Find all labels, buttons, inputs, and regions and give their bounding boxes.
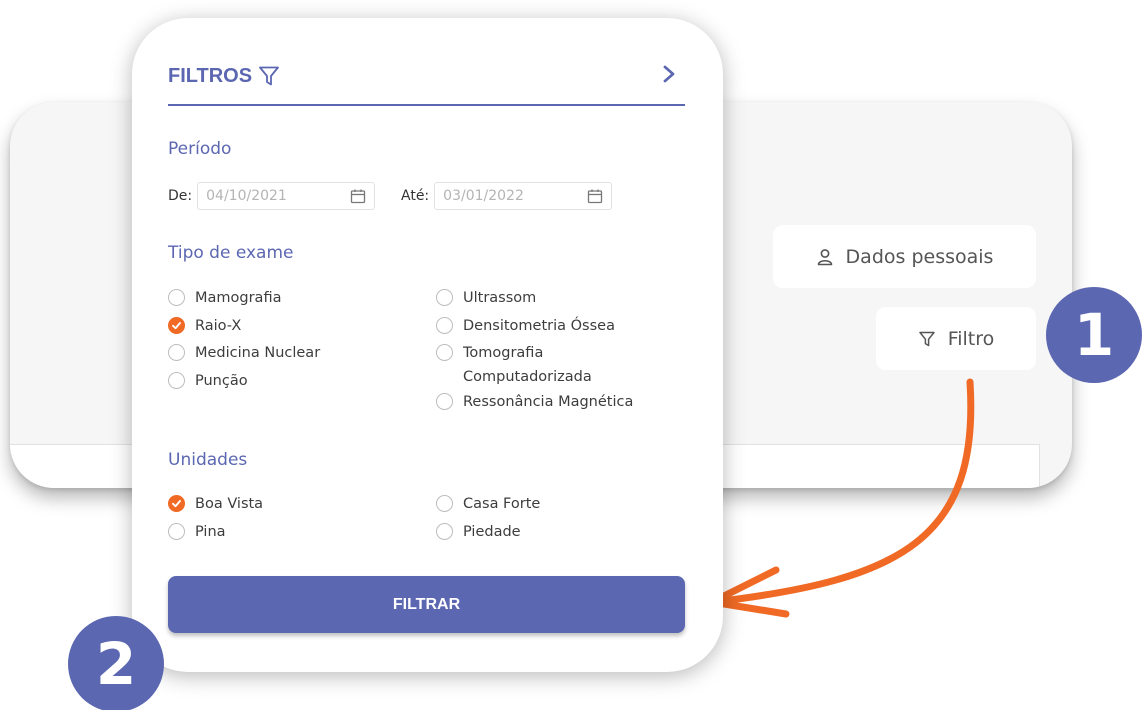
option-label: Casa Forte <box>463 496 541 512</box>
option-label: Mamografia <box>195 290 282 306</box>
radio-button[interactable] <box>436 317 453 334</box>
date-to-value: 03/01/2022 <box>443 188 524 204</box>
date-from-row: De: 04/10/2021 <box>168 182 376 210</box>
pointer-arrow-icon <box>708 378 975 618</box>
option-label: Piedade <box>463 524 521 540</box>
radio-button[interactable] <box>168 523 185 540</box>
tipo-exame-title: Tipo de exame <box>168 243 294 263</box>
radio-button[interactable] <box>436 523 453 540</box>
check-icon <box>172 500 181 508</box>
filtro-button[interactable]: Filtro <box>876 307 1036 370</box>
date-from-input[interactable]: 04/10/2021 <box>197 182 376 210</box>
unidades-title: Unidades <box>168 450 248 470</box>
date-from-value: 04/10/2021 <box>206 188 287 204</box>
radio-button[interactable] <box>168 344 185 361</box>
funnel-icon <box>259 66 279 86</box>
panel-title-text: FILTROS <box>168 64 253 87</box>
panel-title: FILTROS <box>168 62 280 90</box>
option-boa-vista[interactable]: Boa Vista <box>168 492 395 516</box>
date-to-input[interactable]: 03/01/2022 <box>434 182 613 210</box>
option-label: Punção <box>195 373 248 389</box>
calendar-icon[interactable] <box>587 188 603 204</box>
option-raio-x[interactable]: Raio-X <box>168 314 395 338</box>
radio-button[interactable] <box>436 495 453 512</box>
filtrar-button[interactable]: FILTRAR <box>168 576 685 633</box>
option-ultrassom[interactable]: Ultrassom <box>436 286 663 310</box>
step-badge-1: 1 <box>1046 287 1142 383</box>
calendar-icon[interactable] <box>350 188 366 204</box>
periodo-title: Período <box>168 139 232 159</box>
option-label: Medicina Nuclear <box>195 345 321 361</box>
option-label: Pina <box>195 524 226 540</box>
filter-panel-header: FILTROS <box>168 62 685 106</box>
option-tomografia-computadorizada[interactable]: Tomografia Computadorizada <box>436 341 623 389</box>
option-casa-forte[interactable]: Casa Forte <box>436 492 663 516</box>
option-densitometria-ossea[interactable]: Densitometria Óssea <box>436 314 663 338</box>
date-to-row: Até: 03/01/2022 <box>401 182 613 210</box>
radio-button-checked[interactable] <box>168 317 185 334</box>
option-piedade[interactable]: Piedade <box>436 520 663 544</box>
radio-button[interactable] <box>168 372 185 389</box>
option-label: Ressonância Magnética <box>463 394 634 410</box>
dados-pessoais-button[interactable]: Dados pessoais <box>773 225 1036 288</box>
radio-button[interactable] <box>436 344 453 361</box>
check-icon <box>172 322 181 330</box>
step-badge-2: 2 <box>68 616 164 710</box>
option-label: Tomografia Computadorizada <box>463 345 592 385</box>
option-label: Raio-X <box>195 318 242 334</box>
option-mamografia[interactable]: Mamografia <box>168 286 395 310</box>
radio-button-checked[interactable] <box>168 495 185 512</box>
option-pina[interactable]: Pina <box>168 520 395 544</box>
filter-panel: FILTROS Período De: 04/10/2021 Até: 03/0… <box>132 18 723 672</box>
filtro-label: Filtro <box>947 327 995 350</box>
option-label: Ultrassom <box>463 290 537 306</box>
radio-button[interactable] <box>436 393 453 410</box>
chevron-right-icon[interactable] <box>659 62 679 86</box>
option-label: Boa Vista <box>195 496 264 512</box>
option-ressonancia-magnetica[interactable]: Ressonância Magnética <box>436 390 663 414</box>
option-label: Densitometria Óssea <box>463 318 615 334</box>
date-from-label: De: <box>168 188 193 204</box>
option-puncao[interactable]: Punção <box>168 369 395 393</box>
funnel-icon <box>918 331 935 346</box>
user-icon <box>817 248 832 265</box>
option-medicina-nuclear[interactable]: Medicina Nuclear <box>168 341 395 365</box>
date-to-label: Até: <box>401 188 430 204</box>
radio-button[interactable] <box>436 289 453 306</box>
radio-button[interactable] <box>168 289 185 306</box>
dados-pessoais-label: Dados pessoais <box>845 245 994 268</box>
